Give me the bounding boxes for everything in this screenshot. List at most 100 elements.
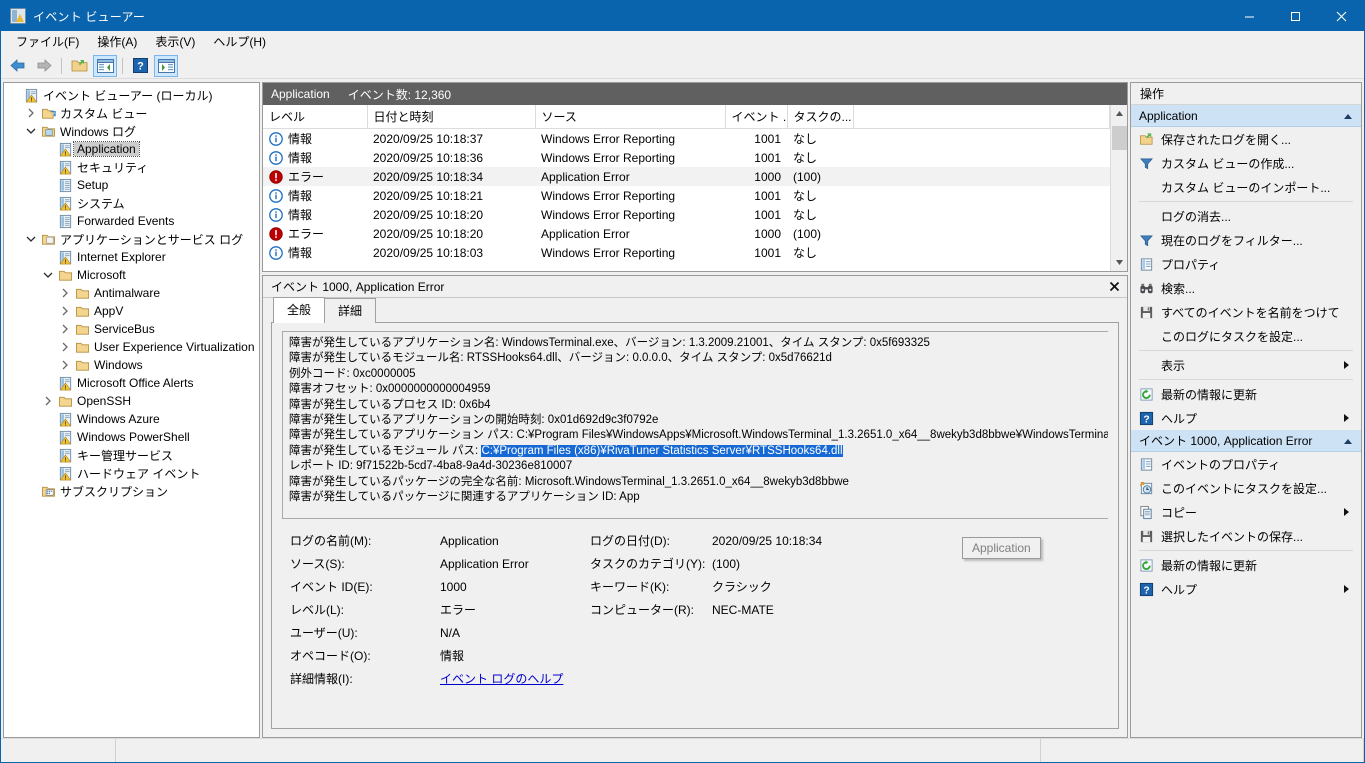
table-row[interactable]: エラー 2020/09/25 10:18:34 Application Error 1…	[263, 167, 1110, 186]
action-item[interactable]: 現在のログをフィルター...	[1131, 228, 1361, 252]
chevron-right-icon[interactable]	[57, 360, 73, 370]
event-list-scrollbar[interactable]	[1110, 105, 1127, 271]
tree-item-17[interactable]: OpenSSH	[4, 392, 259, 410]
menu-help[interactable]: ヘルプ(H)	[204, 30, 275, 53]
event-log-help-link[interactable]: イベント ログのヘルプ	[440, 672, 563, 686]
field-label: ログの日付(D):	[590, 534, 670, 548]
column-header-level[interactable]: レベル	[263, 105, 368, 129]
minimize-button[interactable]	[1226, 1, 1272, 31]
tree-item-11[interactable]: Antimalware	[4, 284, 259, 302]
chevron-right-icon[interactable]	[57, 306, 73, 316]
menu-action[interactable]: 操作(A)	[88, 30, 146, 53]
chevron-up-icon[interactable]	[1343, 434, 1353, 448]
action-item[interactable]: 検索...	[1131, 276, 1361, 300]
actions-group-header[interactable]: Application	[1131, 105, 1361, 127]
action-item[interactable]: 最新の情報に更新	[1131, 382, 1361, 406]
column-header-task[interactable]: タスクの...	[787, 105, 854, 129]
action-item[interactable]: すべてのイベントを名前をつけて保...	[1131, 300, 1361, 324]
tree-item-label: Internet Explorer	[77, 250, 166, 264]
tree-item-5[interactable]: Setup	[4, 176, 259, 194]
chevron-up-icon[interactable]	[1343, 109, 1353, 123]
help-icon[interactable]: ?	[128, 55, 152, 77]
tree-item-22[interactable]: サブスクリプション	[4, 482, 259, 500]
close-button[interactable]	[1318, 1, 1364, 31]
action-item[interactable]: 保存されたログを開く...	[1131, 127, 1361, 151]
application-floating-button[interactable]: Application	[962, 537, 1041, 559]
chevron-right-icon[interactable]	[40, 396, 56, 406]
forward-icon[interactable]	[32, 55, 56, 77]
table-row[interactable]: 情報 2020/09/25 10:18:03 Windows Error Repor…	[263, 243, 1110, 262]
back-icon[interactable]	[6, 55, 30, 77]
chevron-down-icon[interactable]	[23, 235, 39, 243]
tree-item-12[interactable]: AppV	[4, 302, 259, 320]
tree-item-19[interactable]: Windows PowerShell	[4, 428, 259, 446]
tree-item-4[interactable]: セキュリティ	[4, 158, 259, 176]
scroll-thumb[interactable]	[1111, 126, 1127, 150]
action-item[interactable]: イベントのプロパティ	[1131, 452, 1361, 476]
menu-file[interactable]: ファイル(F)	[7, 30, 88, 53]
chevron-down-icon[interactable]	[40, 271, 56, 279]
action-item[interactable]: 表示	[1131, 353, 1361, 377]
actions-group-header[interactable]: イベント 1000, Application Error	[1131, 430, 1361, 452]
description-line: 障害が発生しているパッケージに関連するアプリケーション ID: App	[289, 491, 640, 504]
column-header-datetime[interactable]: 日付と時刻	[367, 105, 536, 129]
action-item[interactable]: このログにタスクを設定...	[1131, 324, 1361, 348]
action-item[interactable]: ? ヘルプ	[1131, 406, 1361, 430]
tree-item-6[interactable]: システム	[4, 194, 259, 212]
column-header-source[interactable]: ソース	[535, 105, 726, 129]
tab-general[interactable]: 全般	[273, 297, 326, 323]
action-item[interactable]: 最新の情報に更新	[1131, 553, 1361, 577]
scroll-down-icon[interactable]	[1111, 254, 1128, 271]
table-row[interactable]: 情報 2020/09/25 10:18:21 Windows Error Repor…	[263, 186, 1110, 205]
action-item[interactable]: カスタム ビューの作成...	[1131, 151, 1361, 175]
tree-item-16[interactable]: Microsoft Office Alerts	[4, 374, 259, 392]
selected-module-path[interactable]: C:¥Program Files (x86)¥RivaTuner Statist…	[481, 444, 843, 457]
tree-item-3[interactable]: Application	[4, 140, 259, 158]
tab-details[interactable]: 詳細	[324, 298, 377, 323]
chevron-right-icon[interactable]	[57, 342, 73, 352]
detail-close-icon[interactable]	[1101, 277, 1127, 297]
tree-item-8[interactable]: アプリケーションとサービス ログ	[4, 230, 259, 248]
chevron-right-icon[interactable]	[23, 108, 39, 118]
table-row[interactable]: 情報 2020/09/25 10:18:37 Windows Error Repor…	[263, 129, 1110, 149]
action-item[interactable]: このイベントにタスクを設定...	[1131, 476, 1361, 500]
tree-item-2[interactable]: Windows ログ	[4, 122, 259, 140]
action-item[interactable]: コピー	[1131, 500, 1361, 524]
chevron-right-icon[interactable]	[57, 324, 73, 334]
tree-item-15[interactable]: Windows	[4, 356, 259, 374]
tree-item-14[interactable]: User Experience Virtualization	[4, 338, 259, 356]
table-row[interactable]: 情報 2020/09/25 10:18:20 Windows Error Repor…	[263, 205, 1110, 224]
table-row[interactable]: 情報 2020/09/25 10:18:36 Windows Error Repor…	[263, 148, 1110, 167]
event-description-box[interactable]: 障害が発生しているアプリケーション名: WindowsTerminal.exe、…	[282, 331, 1108, 519]
tree-item-18[interactable]: Windows Azure	[4, 410, 259, 428]
tree-item-20[interactable]: キー管理サービス	[4, 446, 259, 464]
scroll-up-icon[interactable]	[1111, 105, 1128, 122]
tree-item-9[interactable]: Internet Explorer	[4, 248, 259, 266]
column-header-eventid[interactable]: イベント ...	[725, 105, 788, 129]
field-value: 2020/09/25 10:18:34	[712, 533, 823, 548]
action-item[interactable]: ? ヘルプ	[1131, 577, 1361, 601]
scroll-track[interactable]	[1110, 122, 1127, 254]
show-console-tree-icon[interactable]	[93, 54, 117, 77]
maximize-button[interactable]	[1272, 1, 1318, 31]
tree-item-13[interactable]: ServiceBus	[4, 320, 259, 338]
tree-item-1[interactable]: カスタム ビュー	[4, 104, 259, 122]
tree-item-7[interactable]: Forwarded Events	[4, 212, 259, 230]
action-item[interactable]: カスタム ビューのインポート...	[1131, 175, 1361, 199]
tree-item-0[interactable]: イベント ビューアー (ローカル)	[4, 86, 259, 104]
action-item[interactable]: ログの消去...	[1131, 204, 1361, 228]
field-row: レベル(L): エラー	[290, 598, 590, 621]
table-row[interactable]: エラー 2020/09/25 10:18:20 Application Error 1…	[263, 224, 1110, 243]
log-icon	[56, 430, 74, 445]
action-item[interactable]: プロパティ	[1131, 252, 1361, 276]
show-action-pane-icon[interactable]	[154, 54, 178, 77]
menu-view[interactable]: 表示(V)	[146, 30, 204, 53]
show-open-icon[interactable]	[67, 55, 91, 77]
tree-item-21[interactable]: ハードウェア イベント	[4, 464, 259, 482]
tree-item-10[interactable]: Microsoft	[4, 266, 259, 284]
chevron-right-icon[interactable]	[57, 288, 73, 298]
field-value: (100)	[712, 556, 741, 571]
chevron-down-icon[interactable]	[23, 127, 39, 135]
properties-icon	[1131, 457, 1161, 472]
action-item[interactable]: 選択したイベントの保存...	[1131, 524, 1361, 548]
